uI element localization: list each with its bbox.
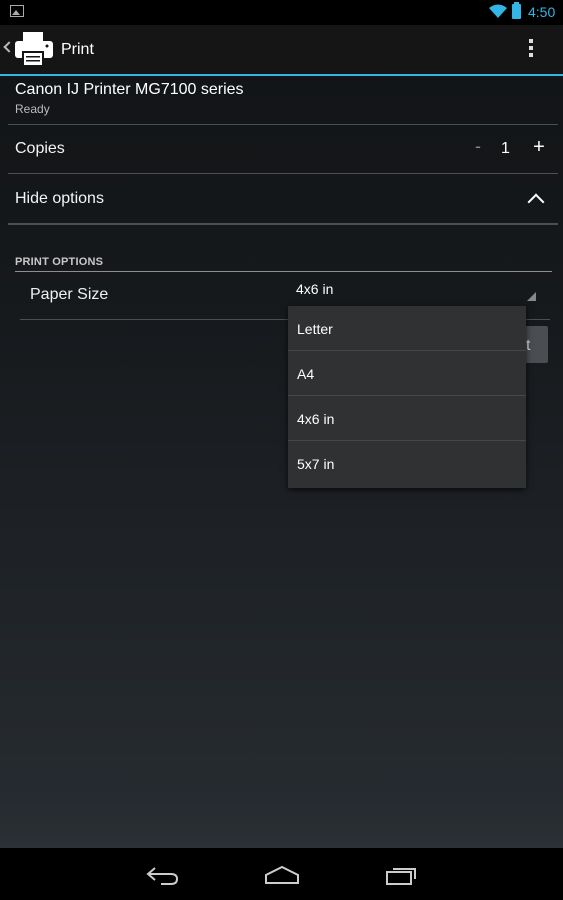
- copies-label: Copies: [15, 140, 65, 157]
- image-notification-icon: [10, 5, 24, 17]
- paper-size-dropdown: Letter A4 4x6 in 5x7 in: [288, 306, 526, 488]
- printer-icon[interactable]: [14, 32, 54, 68]
- chevron-up-icon[interactable]: [527, 193, 545, 211]
- section-divider: [15, 271, 552, 272]
- recent-apps-icon[interactable]: [385, 864, 419, 886]
- print-options-header: PRINT OPTIONS: [15, 256, 104, 268]
- dropdown-option-letter[interactable]: Letter: [288, 306, 526, 351]
- printer-selector[interactable]: Canon IJ Printer MG7100 series Ready: [15, 81, 244, 116]
- back-chevron-icon[interactable]: [3, 41, 15, 53]
- battery-icon: [512, 2, 521, 19]
- divider: [8, 124, 558, 125]
- action-bar-accent-line: [0, 74, 563, 76]
- decrement-copies-button[interactable]: -: [470, 136, 486, 162]
- clock: 4:50: [528, 4, 556, 20]
- overflow-menu-icon[interactable]: [529, 39, 534, 61]
- home-icon[interactable]: [264, 865, 300, 885]
- increment-copies-button[interactable]: +: [530, 136, 548, 162]
- action-bar: Print: [0, 25, 563, 76]
- navigation-bar: [0, 848, 563, 900]
- printer-status: Ready: [15, 102, 50, 116]
- spinner-arrow-icon: [527, 292, 536, 301]
- paper-size-spinner[interactable]: 4x6 in: [296, 281, 333, 297]
- dropdown-option-4x6[interactable]: 4x6 in: [288, 396, 526, 441]
- back-icon[interactable]: [145, 865, 179, 885]
- divider: [8, 173, 558, 174]
- page-title: Print: [61, 41, 94, 58]
- wifi-icon: [489, 4, 507, 18]
- hide-options-toggle[interactable]: Hide options: [15, 190, 104, 208]
- status-bar: 4:50: [0, 0, 563, 25]
- copies-value: 1: [501, 140, 510, 157]
- divider: [8, 223, 558, 225]
- dropdown-option-5x7[interactable]: 5x7 in: [288, 441, 526, 486]
- printer-name: Canon IJ Printer MG7100 series: [15, 81, 244, 98]
- paper-size-label: Paper Size: [30, 286, 109, 303]
- dropdown-option-a4[interactable]: A4: [288, 351, 526, 396]
